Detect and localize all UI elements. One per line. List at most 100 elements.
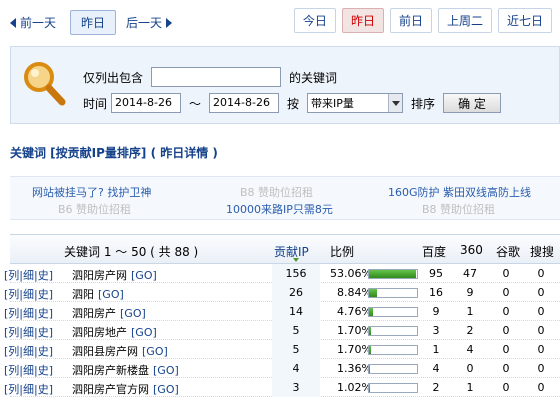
table-row: [列|细|史] 泗阳房产新楼盘 [GO] 4 1.36% 4 0 0 0 <box>4 359 560 378</box>
history-link[interactable]: 史 <box>38 326 49 339</box>
sort-by-select[interactable]: 带来IP量 <box>307 93 404 113</box>
s360-cell: 4 <box>466 343 474 356</box>
table-row: [列|细|史] 泗阳房产 [GO] 14 4.76% 9 1 0 0 <box>4 302 560 321</box>
baidu-cell: 16 <box>429 286 443 299</box>
ad-slot-6[interactable]: B8 赞助位招租 <box>422 201 495 217</box>
confirm-button[interactable]: 确 定 <box>443 93 501 113</box>
prev-day-label: 前一天 <box>20 16 57 30</box>
go-link[interactable]: [GO] <box>98 288 124 301</box>
only-contains-label: 仅列出包含 <box>83 70 144 85</box>
ad-slot-2[interactable]: B8 赞助位招租 <box>240 184 313 200</box>
list-link[interactable]: 列 <box>8 307 19 320</box>
ad-link-3[interactable]: 160G防护 紫田双线高防上线 <box>388 184 531 200</box>
ratio-bar <box>368 269 418 279</box>
header-360[interactable]: 360 <box>460 243 483 257</box>
header-ratio[interactable]: 比例 <box>330 243 354 260</box>
s360-cell: 1 <box>466 305 474 318</box>
history-link[interactable]: 史 <box>38 288 49 301</box>
header-sogou[interactable]: 搜搜 <box>530 243 554 260</box>
ratio-percent: 4.76% <box>337 305 372 318</box>
date-button-yesterday[interactable]: 昨日 <box>341 8 384 33</box>
row-action-links: [列|细|史] <box>4 345 54 358</box>
s360-cell: 47 <box>463 267 477 280</box>
google-cell: 0 <box>502 305 510 318</box>
list-link[interactable]: 列 <box>8 383 19 396</box>
detail-link[interactable]: 细 <box>23 345 34 358</box>
go-link[interactable]: [GO] <box>153 364 179 377</box>
current-day-label[interactable]: 昨日 <box>70 10 117 35</box>
keyword-text: 泗阳房地产 <box>72 326 127 339</box>
row-action-links: [列|细|史] <box>4 364 54 377</box>
header-google[interactable]: 谷歌 <box>496 243 520 260</box>
keyword-cell: 泗阳房产网 [GO] <box>72 267 157 283</box>
ratio-bar-fill <box>369 270 417 278</box>
date-button-last-7-days[interactable]: 近七日 <box>497 8 552 33</box>
list-link[interactable]: 列 <box>8 269 19 282</box>
ip-cell: 156 <box>272 264 320 283</box>
ratio-percent: 1.36% <box>337 362 372 375</box>
detail-link[interactable]: 细 <box>23 364 34 377</box>
dropdown-arrow-icon[interactable] <box>388 94 403 112</box>
history-link[interactable]: 史 <box>38 269 49 282</box>
google-cell: 0 <box>502 286 510 299</box>
table-row: [列|细|史] 泗阳 [GO] 26 8.84% 16 9 0 0 <box>4 283 560 302</box>
keyword-input[interactable] <box>151 67 282 87</box>
ip-cell: 4 <box>272 359 320 378</box>
ratio-bar <box>368 345 418 355</box>
list-link[interactable]: 列 <box>8 364 19 377</box>
history-link[interactable]: 史 <box>38 345 49 358</box>
start-date-input[interactable]: 2014-8-26 <box>111 93 182 113</box>
sogou-cell: 0 <box>537 305 545 318</box>
header-ip[interactable]: 贡献IP <box>274 243 309 260</box>
detail-link[interactable]: 细 <box>23 383 34 396</box>
ad-link-5[interactable]: 10000来路IP只需8元 <box>226 201 333 217</box>
next-day-link[interactable]: 后一天 <box>126 14 173 31</box>
header-keyword: 关键词 1 ～ 50 ( 共 88 ) <box>64 245 199 259</box>
sort-by-value: 带来IP量 <box>311 97 354 110</box>
date-button-last-tuesday[interactable]: 上周二 <box>437 8 492 33</box>
keyword-cell: 泗阳房产官方网 [GO] <box>72 381 179 397</box>
ratio-bar <box>368 288 418 298</box>
go-link[interactable]: [GO] <box>153 383 179 396</box>
ad-slot-4[interactable]: B6 赞助位招租 <box>58 201 131 217</box>
end-date-input[interactable]: 2014-8-26 <box>209 93 280 113</box>
ip-cell: 14 <box>272 302 320 321</box>
detail-link[interactable]: 细 <box>23 326 34 339</box>
baidu-cell: 1 <box>432 343 440 356</box>
list-link[interactable]: 列 <box>8 326 19 339</box>
ad-link-1[interactable]: 网站被挂马了? 找护卫神 <box>32 184 151 200</box>
table-row: [列|细|史] 泗阳县房产网 [GO] 5 1.70% 1 4 0 0 <box>4 340 560 359</box>
table-row: [列|细|史] 泗阳房产网 [GO] 156 53.06% 95 47 0 0 <box>4 264 560 283</box>
baidu-cell: 95 <box>429 267 443 280</box>
date-button-day-before[interactable]: 前日 <box>389 8 432 33</box>
header-baidu[interactable]: 百度 <box>422 243 446 260</box>
ratio-bar-fill <box>369 346 371 354</box>
list-link[interactable]: 列 <box>8 288 19 301</box>
go-link[interactable]: [GO] <box>131 269 157 282</box>
sogou-cell: 0 <box>537 324 545 337</box>
keyword-text: 泗阳县房产网 <box>72 345 138 358</box>
history-link[interactable]: 史 <box>38 307 49 320</box>
go-link[interactable]: [GO] <box>120 307 146 320</box>
history-link[interactable]: 史 <box>38 364 49 377</box>
sort-label: 排序 <box>411 96 436 111</box>
go-link[interactable]: [GO] <box>131 326 157 339</box>
list-link[interactable]: 列 <box>8 345 19 358</box>
row-action-links: [列|细|史] <box>4 288 54 301</box>
detail-link[interactable]: 细 <box>23 288 34 301</box>
history-link[interactable]: 史 <box>38 383 49 396</box>
go-link[interactable]: [GO] <box>142 345 168 358</box>
prev-day-link[interactable]: 前一天 <box>10 14 56 31</box>
date-button-today[interactable]: 今日 <box>293 8 336 33</box>
ratio-bar <box>368 326 418 336</box>
detail-link[interactable]: 细 <box>23 307 34 320</box>
row-action-links: [列|细|史] <box>4 326 54 339</box>
keyword-suffix-label: 的关键词 <box>289 70 338 85</box>
filter-panel: 仅列出包含 的关键词 时间 2014-8-26 ～ 2014-8-26 按 带来… <box>10 46 560 124</box>
left-arrow-icon <box>10 17 16 28</box>
s360-cell: 2 <box>466 324 474 337</box>
s360-cell: 1 <box>466 381 474 394</box>
right-arrow-icon <box>166 17 173 28</box>
table-row: [列|细|史] 泗阳房产官方网 [GO] 3 1.02% 2 1 0 0 <box>4 378 560 397</box>
detail-link[interactable]: 细 <box>23 269 34 282</box>
